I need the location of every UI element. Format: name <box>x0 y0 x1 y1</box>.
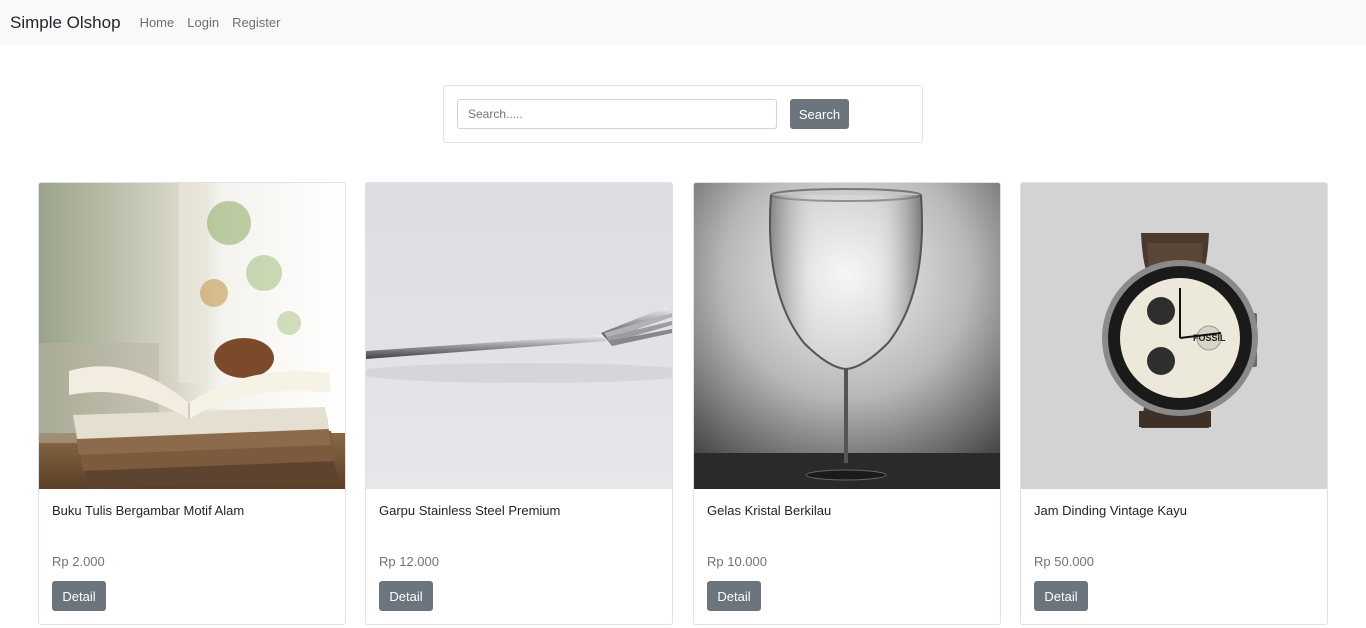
product-title: Garpu Stainless Steel Premium <box>379 503 561 518</box>
product-title: Gelas Kristal Berkilau <box>707 503 832 518</box>
fork-image <box>366 183 672 489</box>
watch-image: FOSSIL <box>1021 183 1327 489</box>
search-button[interactable]: Search <box>790 99 849 129</box>
product-price: Rp 50.000 <box>1034 554 1094 569</box>
detail-button[interactable]: Detail <box>52 581 106 611</box>
product-price: Rp 10.000 <box>707 554 767 569</box>
nav-link-home[interactable]: Home <box>140 15 175 30</box>
nav-link-login[interactable]: Login <box>187 15 219 30</box>
detail-button[interactable]: Detail <box>707 581 761 611</box>
navbar-brand[interactable]: Simple Olshop <box>10 13 121 33</box>
search-form: Search <box>443 85 923 143</box>
product-card: Gelas Kristal Berkilau Rp 10.000 Detail <box>693 182 1001 625</box>
product-card: Buku Tulis Bergambar Motif Alam Rp 2.000… <box>38 182 346 625</box>
product-price: Rp 2.000 <box>52 554 105 569</box>
search-input[interactable] <box>457 99 777 129</box>
wine-glass-image <box>694 183 1000 489</box>
navbar: Simple Olshop Home Login Register <box>0 0 1366 45</box>
book-image <box>39 183 345 489</box>
nav-link-register[interactable]: Register <box>232 15 280 30</box>
product-title: Buku Tulis Bergambar Motif Alam <box>52 503 245 518</box>
product-card: FOSSIL Jam Dinding Vintage Kayu Rp 50.00… <box>1020 182 1328 625</box>
detail-button[interactable]: Detail <box>379 581 433 611</box>
product-title: Jam Dinding Vintage Kayu <box>1034 503 1187 518</box>
product-card: Garpu Stainless Steel Premium Rp 12.000 … <box>365 182 673 625</box>
detail-button[interactable]: Detail <box>1034 581 1088 611</box>
product-price: Rp 12.000 <box>379 554 439 569</box>
